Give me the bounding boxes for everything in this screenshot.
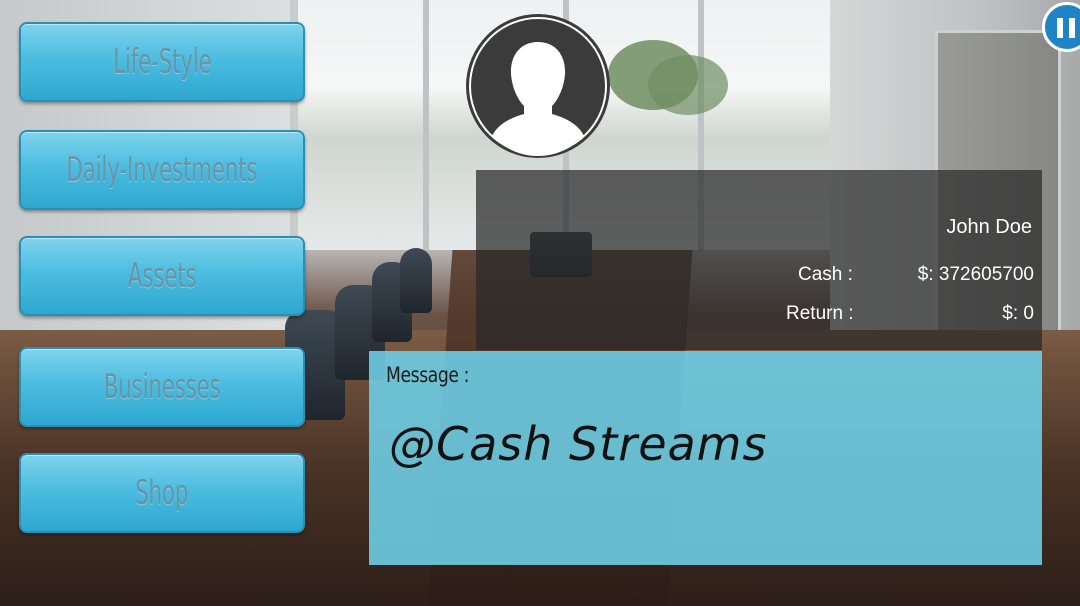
game-screen: John Doe Cash : $: 372605700 Return : $:… [0, 0, 1080, 606]
daily-investments-button[interactable]: Daily-Investments [19, 130, 305, 210]
background-chair [400, 248, 432, 313]
assets-label: Assets [127, 256, 197, 296]
message-title: Message : [386, 363, 470, 387]
player-info-panel: John Doe Cash : $: 372605700 Return : $:… [476, 170, 1042, 350]
businesses-label: Businesses [103, 367, 221, 407]
avatar[interactable] [466, 14, 610, 158]
shop-label: Shop [135, 473, 189, 513]
message-body: @Cash Streams [389, 417, 768, 471]
life-style-label: Life-Style [112, 42, 212, 82]
assets-button[interactable]: Assets [19, 236, 305, 316]
daily-investments-label: Daily-Investments [66, 150, 258, 190]
return-label: Return : [786, 303, 854, 324]
life-style-button[interactable]: Life-Style [19, 22, 305, 102]
shop-button[interactable]: Shop [19, 453, 305, 533]
cash-label: Cash : [798, 264, 853, 285]
cash-value: $: 372605700 [917, 264, 1034, 285]
message-panel: Message : @Cash Streams [369, 351, 1042, 565]
player-name: John Doe [946, 216, 1032, 238]
user-silhouette-icon [469, 17, 607, 156]
return-value: $: 0 [1002, 303, 1034, 324]
businesses-button[interactable]: Businesses [19, 347, 305, 427]
